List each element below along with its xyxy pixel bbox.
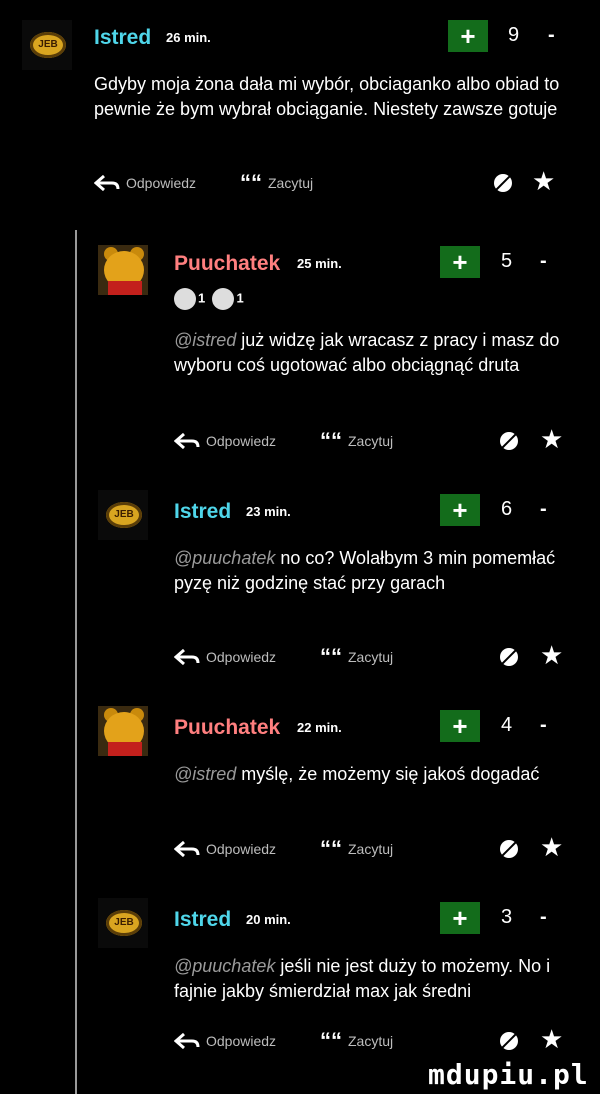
mute-icon[interactable] [498, 430, 520, 452]
mention[interactable]: @istred [174, 764, 236, 784]
mute-icon[interactable] [498, 838, 520, 860]
mute-icon[interactable] [498, 646, 520, 668]
quote-icon[interactable]: ““ [240, 172, 262, 194]
star-icon[interactable]: ★ [540, 1026, 563, 1052]
username[interactable]: Puuchatek [174, 252, 280, 276]
mention[interactable]: @puuchatek [174, 548, 275, 568]
quote-link[interactable]: Zacytuj [348, 433, 393, 449]
reply-link[interactable]: Odpowiedz [126, 175, 196, 191]
mention[interactable]: @puuchatek [174, 956, 275, 976]
reply-arrow-icon[interactable] [174, 648, 200, 666]
quote-link[interactable]: Zacytuj [268, 175, 313, 191]
vote-count: 9 [508, 24, 520, 46]
vote-count: 6 [501, 498, 513, 520]
avatar[interactable]: JEB [98, 490, 148, 540]
comment-body: Gdyby moja żona dała mi wybór, obciagank… [94, 74, 560, 119]
pooh-shirt [108, 742, 142, 756]
timestamp: 20 min. [246, 912, 291, 927]
quote-link[interactable]: Zacytuj [348, 841, 393, 857]
jeb-badge: JEB [106, 910, 142, 936]
timestamp: 26 min. [166, 30, 211, 45]
comment-text: @puuchatek no co? Wolałbym 3 min pomemła… [174, 546, 574, 596]
badge-count: 1 [198, 290, 206, 306]
badge-icon [212, 288, 235, 310]
avatar[interactable] [98, 706, 148, 756]
mention[interactable]: @istred [174, 330, 236, 350]
avatar[interactable] [98, 245, 148, 295]
avatar[interactable]: JEB [98, 898, 148, 948]
vote-count: 3 [501, 906, 513, 928]
downvote-button[interactable]: - [540, 498, 547, 521]
thread-line [75, 230, 77, 1094]
star-icon[interactable]: ★ [540, 834, 563, 860]
comment-text: @istred już widzę jak wracasz z pracy i … [174, 328, 574, 378]
reply-arrow-icon[interactable] [174, 432, 200, 450]
reply-link[interactable]: Odpowiedz [206, 1033, 276, 1049]
star-icon[interactable]: ★ [540, 642, 563, 668]
reply-arrow-icon[interactable] [174, 840, 200, 858]
comment-body: myślę, że możemy się jakoś dogadać [236, 764, 540, 784]
username[interactable]: Istred [94, 26, 151, 50]
reply-link[interactable]: Odpowiedz [206, 841, 276, 857]
jeb-badge: JEB [106, 502, 142, 528]
upvote-button[interactable]: + [440, 494, 480, 526]
reply-arrow-icon[interactable] [94, 174, 120, 192]
quote-icon[interactable]: ““ [320, 430, 342, 452]
badge-count: 1 [236, 290, 244, 306]
user-badges: 1 1 [174, 288, 244, 310]
star-icon[interactable]: ★ [540, 426, 563, 452]
vote-count: 5 [501, 250, 513, 272]
jeb-badge: JEB [30, 32, 66, 58]
quote-icon[interactable]: ““ [320, 1030, 342, 1052]
downvote-button[interactable]: - [540, 714, 547, 737]
upvote-button[interactable]: + [440, 710, 480, 742]
comment-text: @istred myślę, że możemy się jakoś dogad… [174, 762, 574, 787]
username[interactable]: Puuchatek [174, 716, 280, 740]
mute-icon[interactable] [498, 1030, 520, 1052]
comment-text: @puuchatek jeśli nie jest duży to możemy… [174, 954, 574, 1004]
timestamp: 23 min. [246, 504, 291, 519]
username[interactable]: Istred [174, 500, 231, 524]
comment-text: Gdyby moja żona dała mi wybór, obciagank… [94, 72, 574, 122]
quote-icon[interactable]: ““ [320, 838, 342, 860]
upvote-button[interactable]: + [448, 20, 488, 52]
reply-link[interactable]: Odpowiedz [206, 649, 276, 665]
username[interactable]: Istred [174, 908, 231, 932]
upvote-button[interactable]: + [440, 246, 480, 278]
timestamp: 22 min. [297, 720, 342, 735]
badge-icon [174, 288, 196, 310]
downvote-button[interactable]: - [548, 24, 555, 47]
downvote-button[interactable]: - [540, 906, 547, 929]
watermark: mdupiu.pl [428, 1058, 589, 1091]
mute-icon[interactable] [492, 172, 514, 194]
quote-link[interactable]: Zacytuj [348, 649, 393, 665]
upvote-button[interactable]: + [440, 902, 480, 934]
quote-link[interactable]: Zacytuj [348, 1033, 393, 1049]
star-icon[interactable]: ★ [532, 168, 555, 194]
timestamp: 25 min. [297, 256, 342, 271]
reply-arrow-icon[interactable] [174, 1032, 200, 1050]
downvote-button[interactable]: - [540, 250, 547, 273]
quote-icon[interactable]: ““ [320, 646, 342, 668]
avatar[interactable]: JEB [22, 20, 72, 70]
vote-count: 4 [501, 714, 513, 736]
reply-link[interactable]: Odpowiedz [206, 433, 276, 449]
pooh-shirt [108, 281, 142, 295]
